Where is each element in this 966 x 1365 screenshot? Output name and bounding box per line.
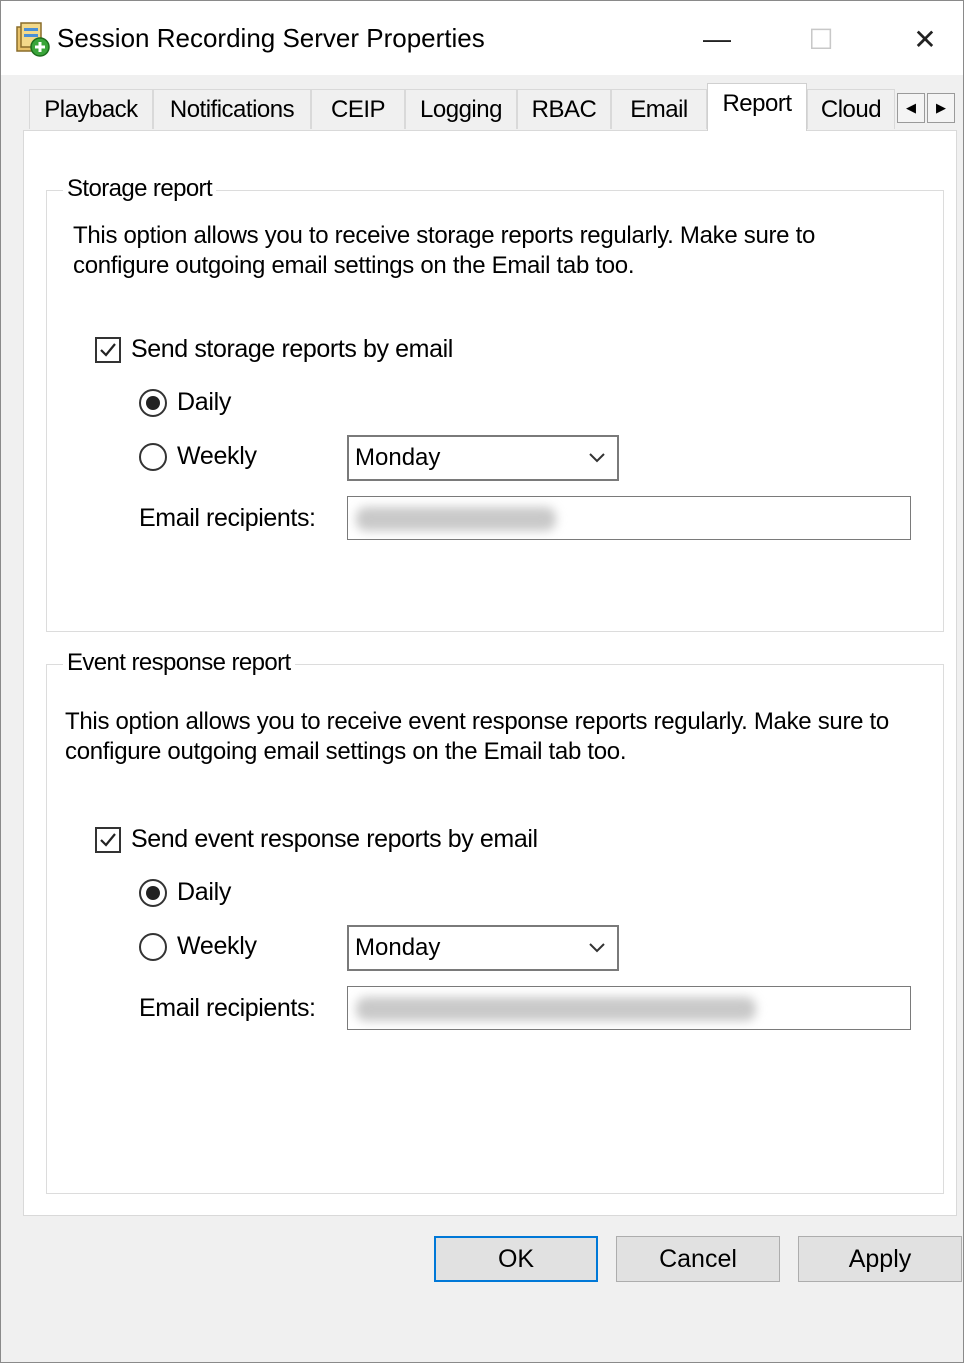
storage-weekday-value: Monday xyxy=(355,444,441,471)
send-event-response-reports-checkbox[interactable]: Send event response reports by email xyxy=(95,825,538,854)
cancel-button[interactable]: Cancel xyxy=(616,1236,780,1282)
event-response-report-description: This option allows you to receive event … xyxy=(65,708,889,765)
redacted-email xyxy=(356,507,556,531)
storage-weekly-label: Weekly xyxy=(177,442,257,470)
radio-button-selected[interactable] xyxy=(139,388,167,417)
tab-rbac[interactable]: RBAC xyxy=(517,89,611,129)
window-title: Session Recording Server Properties xyxy=(57,23,485,53)
tab-scroll-right-button[interactable]: ▶ xyxy=(927,93,955,123)
event-daily-label: Daily xyxy=(177,878,232,906)
maximize-button[interactable]: ☐ xyxy=(791,15,851,63)
storage-weekday-dropdown[interactable]: Monday xyxy=(347,435,619,481)
event-weekday-value: Monday xyxy=(355,934,441,961)
app-icon xyxy=(16,22,50,57)
storage-daily-label: Daily xyxy=(177,388,232,416)
tab-logging[interactable]: Logging xyxy=(405,89,517,129)
event-weekday-dropdown[interactable]: Monday xyxy=(347,925,619,971)
event-weekly-label: Weekly xyxy=(177,932,257,960)
storage-report-title: Storage report xyxy=(63,175,217,203)
caret-right-icon: ▶ xyxy=(936,100,946,115)
tab-cloud[interactable]: Cloud xyxy=(807,89,895,129)
storage-recipients-label: Email recipients: xyxy=(139,504,316,532)
title-bar[interactable]: Session Recording Server Properties — ☐ … xyxy=(1,1,963,75)
tab-strip: Playback Notifications CEIP Logging RBAC… xyxy=(29,83,959,131)
send-event-response-reports-label: Send event response reports by email xyxy=(131,825,538,853)
report-tab-panel: Storage report This option allows you to… xyxy=(23,130,957,1216)
storage-recipients-input[interactable] xyxy=(347,496,911,540)
ok-button[interactable]: OK xyxy=(434,1236,598,1282)
checkmark-icon xyxy=(100,832,116,847)
radio-button-selected[interactable] xyxy=(139,878,167,907)
chevron-down-icon xyxy=(589,453,605,463)
properties-dialog: Session Recording Server Properties — ☐ … xyxy=(0,0,964,1363)
radio-button[interactable] xyxy=(139,932,167,961)
storage-report-description: This option allows you to receive storag… xyxy=(73,222,816,279)
tab-email[interactable]: Email xyxy=(611,89,707,129)
event-recipients-input[interactable] xyxy=(347,986,911,1030)
send-storage-reports-checkbox[interactable]: Send storage reports by email xyxy=(95,335,453,364)
apply-button[interactable]: Apply xyxy=(798,1236,962,1282)
close-button[interactable]: ✕ xyxy=(895,15,955,63)
tab-notifications[interactable]: Notifications xyxy=(153,89,311,129)
tab-scroll-left-button[interactable]: ◀ xyxy=(897,93,925,123)
storage-daily-radio[interactable]: Daily xyxy=(139,388,231,417)
event-response-report-group: Event response report This option allows… xyxy=(46,649,944,1194)
storage-report-group: Storage report This option allows you to… xyxy=(46,175,944,632)
checkbox-box[interactable] xyxy=(95,336,121,363)
tab-report[interactable]: Report xyxy=(707,83,807,131)
caret-left-icon: ◀ xyxy=(906,100,916,115)
send-storage-reports-label: Send storage reports by email xyxy=(131,335,453,363)
tab-playback[interactable]: Playback xyxy=(29,89,153,129)
redacted-email xyxy=(356,997,756,1021)
event-response-report-title: Event response report xyxy=(63,649,295,677)
checkbox-box[interactable] xyxy=(95,826,121,853)
event-recipients-label: Email recipients: xyxy=(139,994,316,1022)
chevron-down-icon xyxy=(589,943,605,953)
radio-button[interactable] xyxy=(139,442,167,471)
tab-ceip[interactable]: CEIP xyxy=(311,89,405,129)
storage-weekly-radio[interactable]: Weekly xyxy=(139,442,257,471)
checkmark-icon xyxy=(100,342,116,357)
event-weekly-radio[interactable]: Weekly xyxy=(139,932,257,961)
minimize-button[interactable]: — xyxy=(687,15,747,63)
event-daily-radio[interactable]: Daily xyxy=(139,878,231,907)
